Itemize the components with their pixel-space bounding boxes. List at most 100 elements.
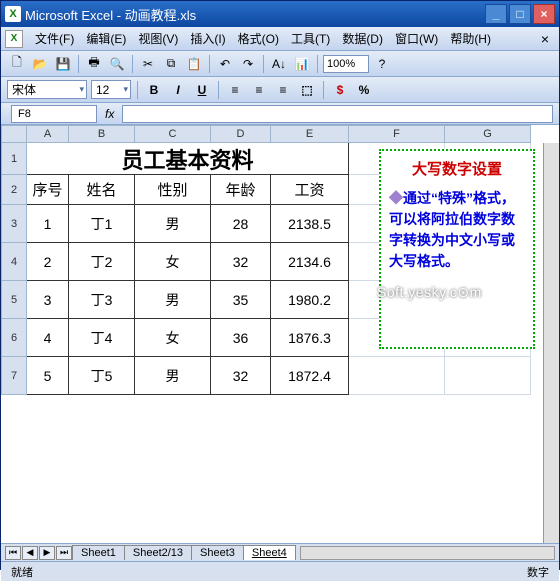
new-icon[interactable]: 🗋 <box>7 54 27 74</box>
cell[interactable]: 35 <box>211 281 271 319</box>
cell[interactable]: 序号 <box>27 175 69 205</box>
cell[interactable]: 1876.3 <box>271 319 349 357</box>
menu-help[interactable]: 帮助(H) <box>444 28 497 49</box>
open-icon[interactable]: 📂 <box>30 54 50 74</box>
doc-close-button[interactable]: × <box>535 31 555 47</box>
undo-icon[interactable]: ↶ <box>215 54 235 74</box>
menu-edit[interactable]: 编辑(E) <box>80 28 132 49</box>
bold-button[interactable]: B <box>144 80 164 100</box>
cell[interactable]: 性别 <box>135 175 211 205</box>
tab-first-icon[interactable]: ⏮ <box>5 546 21 560</box>
row-header[interactable]: 1 <box>1 143 27 175</box>
col-header[interactable]: G <box>445 125 531 143</box>
sort-icon[interactable]: A↓ <box>269 54 289 74</box>
minimize-button[interactable]: _ <box>485 4 507 24</box>
align-right-button[interactable]: ≡ <box>273 80 293 100</box>
cell[interactable]: 3 <box>27 281 69 319</box>
cell[interactable]: 4 <box>27 319 69 357</box>
cell[interactable]: 丁2 <box>69 243 135 281</box>
cell[interactable]: 丁1 <box>69 205 135 243</box>
cell[interactable]: 32 <box>211 243 271 281</box>
cell[interactable] <box>445 357 531 395</box>
cell[interactable]: 5 <box>27 357 69 395</box>
vertical-scrollbar[interactable] <box>543 143 559 543</box>
font-name-combo[interactable]: 宋体 <box>7 80 87 99</box>
cell[interactable]: 36 <box>211 319 271 357</box>
align-left-button[interactable]: ≡ <box>225 80 245 100</box>
redo-icon[interactable]: ↷ <box>238 54 258 74</box>
select-all-corner[interactable] <box>1 125 27 143</box>
cell[interactable]: 男 <box>135 205 211 243</box>
cell[interactable]: 姓名 <box>69 175 135 205</box>
formula-input[interactable] <box>122 105 553 123</box>
cell[interactable]: 丁3 <box>69 281 135 319</box>
col-header[interactable]: F <box>349 125 445 143</box>
cut-icon[interactable]: ✂ <box>138 54 158 74</box>
row-header[interactable]: 2 <box>1 175 27 205</box>
cell[interactable]: 女 <box>135 243 211 281</box>
save-icon[interactable]: 💾 <box>53 54 73 74</box>
cell[interactable]: 2134.6 <box>271 243 349 281</box>
sheet-tab[interactable]: Sheet1 <box>72 545 125 560</box>
cell[interactable]: 年龄 <box>211 175 271 205</box>
cell[interactable]: 男 <box>135 357 211 395</box>
col-header[interactable]: A <box>27 125 69 143</box>
col-header[interactable]: B <box>69 125 135 143</box>
menu-format[interactable]: 格式(O) <box>232 28 285 49</box>
chart-icon[interactable]: 📊 <box>292 54 312 74</box>
excel-icon[interactable]: X <box>5 30 23 48</box>
copy-icon[interactable]: ⧉ <box>161 54 181 74</box>
close-button[interactable]: × <box>533 4 555 24</box>
help-icon[interactable]: ? <box>372 54 392 74</box>
menu-view[interactable]: 视图(V) <box>132 28 184 49</box>
sheet-tab[interactable]: Sheet4 <box>243 545 296 560</box>
preview-icon[interactable]: 🔍 <box>107 54 127 74</box>
percent-button[interactable]: % <box>354 80 374 100</box>
cell[interactable]: 1872.4 <box>271 357 349 395</box>
row-header[interactable]: 3 <box>1 205 27 243</box>
cell[interactable]: 1980.2 <box>271 281 349 319</box>
name-box[interactable]: F8 <box>11 105 97 123</box>
italic-button[interactable]: I <box>168 80 188 100</box>
currency-button[interactable]: $ <box>330 80 350 100</box>
cell[interactable]: 2 <box>27 243 69 281</box>
menu-data[interactable]: 数据(D) <box>336 28 389 49</box>
tab-prev-icon[interactable]: ◀ <box>22 546 38 560</box>
cell[interactable]: 丁4 <box>69 319 135 357</box>
tab-last-icon[interactable]: ⏭ <box>56 546 72 560</box>
note-box[interactable]: 大写数字设置 ◆通过“特殊”格式，可以将阿拉伯数字数字转换为中文小写或大写格式。 <box>379 149 535 349</box>
sheet-tab[interactable]: Sheet3 <box>191 545 244 560</box>
cell[interactable]: 男 <box>135 281 211 319</box>
cell[interactable]: 1 <box>27 205 69 243</box>
underline-button[interactable]: U <box>192 80 212 100</box>
menu-insert[interactable]: 插入(I) <box>184 28 231 49</box>
row-header[interactable]: 6 <box>1 319 27 357</box>
row-header[interactable]: 4 <box>1 243 27 281</box>
sheet-tab[interactable]: Sheet2/13 <box>124 545 192 560</box>
align-center-button[interactable]: ≡ <box>249 80 269 100</box>
cell[interactable]: 2138.5 <box>271 205 349 243</box>
menu-window[interactable]: 窗口(W) <box>389 28 444 49</box>
menu-file[interactable]: 文件(F) <box>29 28 80 49</box>
tab-next-icon[interactable]: ▶ <box>39 546 55 560</box>
col-header[interactable]: D <box>211 125 271 143</box>
col-header[interactable]: E <box>271 125 349 143</box>
title-cell[interactable]: 员工基本资料 <box>27 143 349 175</box>
maximize-button[interactable]: □ <box>509 4 531 24</box>
cell[interactable]: 女 <box>135 319 211 357</box>
font-size-combo[interactable]: 12 <box>91 80 131 99</box>
cell[interactable]: 工资 <box>271 175 349 205</box>
zoom-combo[interactable]: 100% <box>323 55 369 73</box>
cell[interactable] <box>349 357 445 395</box>
fx-label[interactable]: fx <box>105 107 114 121</box>
cell[interactable]: 28 <box>211 205 271 243</box>
worksheet-grid[interactable]: A B C D E F G 1 员工基本资料 2 序号 姓名 性别 年龄 工资 … <box>1 125 559 543</box>
cell[interactable]: 32 <box>211 357 271 395</box>
row-header[interactable]: 7 <box>1 357 27 395</box>
menu-tools[interactable]: 工具(T) <box>285 28 336 49</box>
cell[interactable]: 丁5 <box>69 357 135 395</box>
merge-button[interactable]: ⬚ <box>297 80 317 100</box>
paste-icon[interactable]: 📋 <box>184 54 204 74</box>
horizontal-scrollbar[interactable] <box>300 546 555 560</box>
print-icon[interactable]: 🖶 <box>84 54 104 74</box>
